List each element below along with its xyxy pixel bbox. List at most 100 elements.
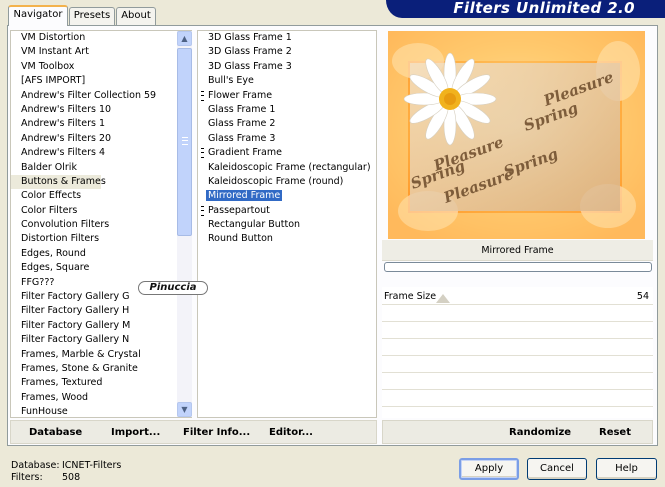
parameter-panel: Frame Size 54 <box>382 287 653 418</box>
randomize-button[interactable]: Randomize <box>509 427 571 438</box>
filter-item-label: Passepartout <box>208 204 270 216</box>
category-item[interactable]: Filter Factory Gallery M <box>11 319 177 333</box>
filter-item[interactable]: Glass Frame 3 <box>198 132 376 146</box>
category-item[interactable]: Color Filters <box>11 204 177 218</box>
filter-item[interactable]: Bull's Eye <box>198 74 376 88</box>
filter-item-label: Glass Frame 2 <box>208 118 276 130</box>
import-button[interactable]: Import... <box>111 427 160 438</box>
status-database-value: ICNET-Filters <box>62 460 122 471</box>
param-actions-bar: Randomize Reset <box>382 420 653 444</box>
category-scrollbar[interactable]: ▲ ▼ <box>177 31 192 417</box>
frame-size-value[interactable]: 54 <box>637 291 649 302</box>
frame-size-label: Frame Size <box>384 291 437 302</box>
frame-size-slider[interactable] <box>436 294 450 303</box>
help-button[interactable]: Help <box>596 458 657 480</box>
scroll-thumb[interactable] <box>177 48 192 236</box>
param-row-divider <box>382 406 653 407</box>
folder-marker-icon <box>201 205 204 216</box>
filter-item[interactable]: Flower Frame <box>198 89 376 103</box>
category-item[interactable]: Edges, Square <box>11 261 177 275</box>
param-row-divider <box>382 355 653 356</box>
chevron-down-icon[interactable]: ▼ <box>177 402 192 417</box>
filter-item[interactable]: 3D Glass Frame 1 <box>198 31 376 45</box>
category-item[interactable]: Balder Olrik <box>11 161 177 175</box>
category-item[interactable]: Distortion Filters <box>11 232 177 246</box>
category-item[interactable]: Buttons & Frames <box>11 174 106 190</box>
category-item[interactable]: Andrew's Filters 20 <box>11 132 177 146</box>
filter-item[interactable]: Kaleidoscopic Frame (rectangular) <box>198 161 376 175</box>
filter-item[interactable]: Passepartout <box>198 204 376 218</box>
filter-item-label: Round Button <box>208 233 273 245</box>
category-list[interactable]: VM Distortion VM Instant Art VM Toolbox [AF… <box>10 30 192 418</box>
param-row-divider <box>382 372 653 373</box>
watermark: Pinuccia <box>138 281 208 295</box>
filter-item-label: Glass Frame 3 <box>208 132 276 144</box>
filter-item-label: 3D Glass Frame 1 <box>208 32 292 43</box>
category-item[interactable]: Color Effects <box>11 189 177 203</box>
filter-item[interactable]: 3D Glass Frame 2 <box>198 45 376 59</box>
filter-items: 3D Glass Frame 1 3D Glass Frame 2 3D Glass… <box>198 31 376 247</box>
filter-item-label: Kaleidoscopic Frame (round) <box>208 175 344 187</box>
param-row-divider <box>382 338 653 339</box>
editor-label: Editor... <box>269 427 313 438</box>
database-button[interactable]: Database <box>29 427 82 438</box>
apply-button[interactable]: Apply <box>459 458 519 480</box>
category-item[interactable]: Edges, Round <box>11 247 177 261</box>
list-actions-bar: Database Import... Filter Info... Editor… <box>10 420 377 444</box>
filter-list[interactable]: 3D Glass Frame 1 3D Glass Frame 2 3D Glass… <box>197 30 377 418</box>
filter-item[interactable]: Kaleidoscopic Frame (round) <box>198 175 376 189</box>
import-label: Import... <box>111 427 161 438</box>
filter-info-button[interactable]: Filter Info... <box>183 427 250 438</box>
category-item[interactable]: VM Distortion <box>11 31 177 45</box>
category-item[interactable]: VM Toolbox <box>11 60 177 74</box>
category-item[interactable]: VM Instant Art <box>11 45 177 59</box>
preview-artwork: Pleasure Spring Pleasure Spring Pleasure… <box>388 31 645 239</box>
category-item[interactable]: Filter Factory Gallery H <box>11 304 177 318</box>
category-items: VM Distortion VM Instant Art VM Toolbox [AF… <box>11 31 177 417</box>
category-item[interactable]: Frames, Wood <box>11 391 177 405</box>
filter-item-label: Mirrored Frame <box>206 190 283 202</box>
category-item[interactable]: Andrew's Filters 1 <box>11 117 177 131</box>
filter-item[interactable]: Gradient Frame <box>198 146 376 160</box>
filter-item[interactable]: Round Button <box>198 232 376 246</box>
filter-item[interactable]: Rectangular Button <box>198 218 376 232</box>
param-row-divider <box>382 321 653 322</box>
status-filters-label: Filters: <box>11 472 43 483</box>
filter-item[interactable]: Glass Frame 1 <box>198 103 376 117</box>
tab-about[interactable]: About <box>116 7 156 25</box>
filter-item[interactable]: Glass Frame 2 <box>198 117 376 131</box>
editor-button[interactable]: Editor... <box>269 427 313 438</box>
filter-item[interactable]: 3D Glass Frame 3 <box>198 60 376 74</box>
reset-button[interactable]: Reset <box>599 427 631 438</box>
filter-item-label: Flower Frame <box>208 89 273 101</box>
folder-marker-icon <box>201 90 204 101</box>
filter-item-label: 3D Glass Frame 2 <box>208 46 292 58</box>
tab-presets[interactable]: Presets <box>69 7 115 25</box>
category-item[interactable]: Convolution Filters <box>11 218 177 232</box>
progress-bar <box>384 262 652 272</box>
filter-item-label: Bull's Eye <box>208 75 254 87</box>
filter-item-label: Gradient Frame <box>208 147 282 159</box>
category-item[interactable]: Frames, Textured <box>11 376 177 390</box>
cancel-button[interactable]: Cancel <box>527 458 587 480</box>
filter-item-label: Rectangular Button <box>208 219 301 231</box>
window-title: Filters Unlimited 2.0 <box>453 0 635 17</box>
category-item[interactable]: Andrew's Filters 4 <box>11 146 177 160</box>
title-banner: Filters Unlimited 2.0 <box>386 0 665 18</box>
preview-image: Pleasure Spring Pleasure Spring Pleasure… <box>388 31 645 239</box>
category-item[interactable]: Frames, Marble & Crystal <box>11 348 177 362</box>
tab-navigator[interactable]: Navigator <box>8 5 68 26</box>
category-item[interactable]: [AFS IMPORT] <box>11 74 177 88</box>
filter-item-label: 3D Glass Frame 3 <box>208 60 292 72</box>
category-item[interactable]: Filter Factory Gallery N <box>11 333 177 347</box>
database-label: Database <box>29 427 83 438</box>
filter-item[interactable]: Mirrored Frame <box>198 189 376 203</box>
chevron-up-icon[interactable]: ▲ <box>177 31 192 46</box>
category-item[interactable]: FunHouse <box>11 405 177 417</box>
category-item[interactable]: Andrew's Filters 10 <box>11 103 177 117</box>
status-database-label: Database: <box>11 460 60 471</box>
filter-item-label: Kaleidoscopic Frame (rectangular) <box>208 161 371 173</box>
category-item[interactable]: Frames, Stone & Granite <box>11 362 177 376</box>
category-item[interactable]: Andrew's Filter Collection 59 <box>11 89 177 103</box>
filter-info-label: Filter Info... <box>183 427 251 438</box>
